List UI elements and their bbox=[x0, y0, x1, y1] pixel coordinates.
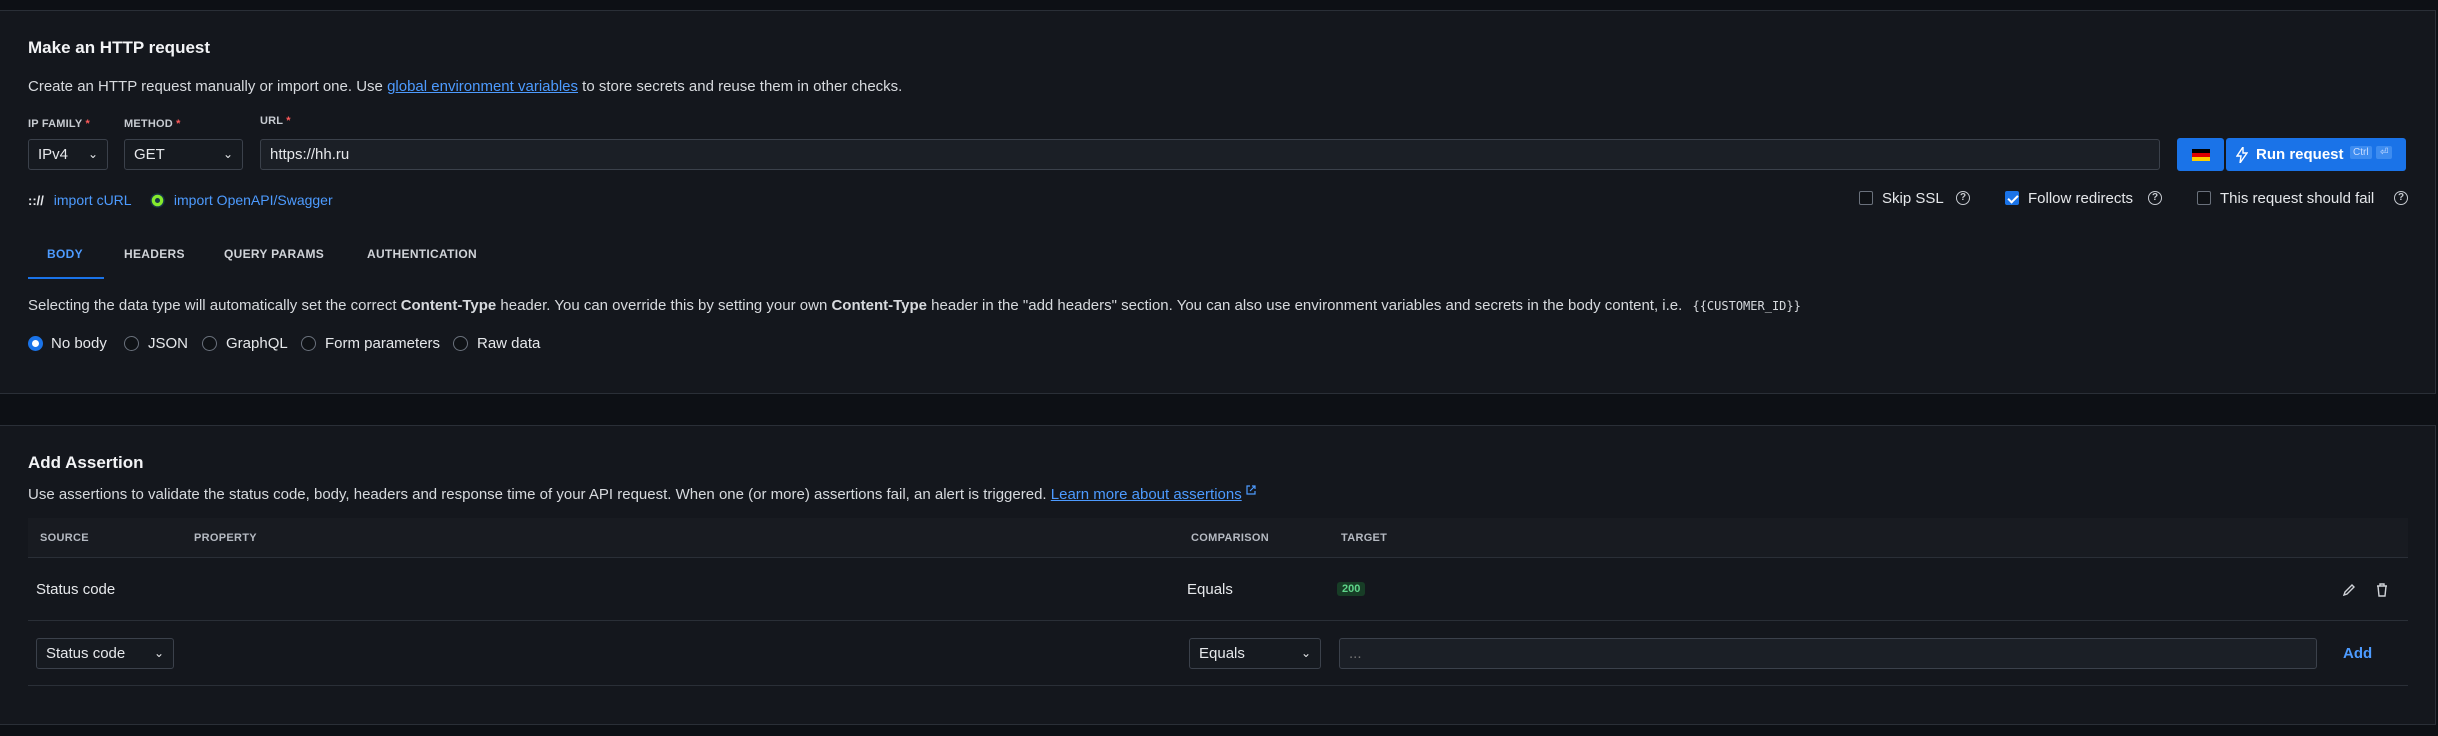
import-openapi-label: import OpenAPI/Swagger bbox=[173, 192, 333, 208]
ip-family-label-text: IP FAMILY bbox=[28, 118, 83, 130]
tab-headers[interactable]: HEADERS bbox=[124, 247, 185, 261]
tab-body[interactable]: BODY bbox=[47, 247, 83, 261]
body-desc-bold: Content-Type bbox=[400, 297, 497, 314]
required-mark: * bbox=[85, 118, 90, 130]
should-fail-label: This request should fail bbox=[2220, 190, 2375, 207]
request-panel: Make an HTTP request Create an HTTP requ… bbox=[0, 10, 2436, 394]
tab-authentication[interactable]: AUTHENTICATION bbox=[367, 247, 477, 261]
required-mark: * bbox=[286, 115, 291, 127]
add-assertion-button[interactable]: Add bbox=[2343, 645, 2372, 662]
column-source: SOURCE bbox=[40, 532, 89, 544]
ip-family-select[interactable]: IPv4 ⌄ bbox=[28, 139, 108, 170]
url-label: URL * bbox=[260, 115, 291, 127]
assertion-desc-text: Use assertions to validate the status co… bbox=[28, 486, 1047, 503]
url-input[interactable]: https://hh.ru bbox=[260, 139, 2160, 170]
radio-raw-data-label: Raw data bbox=[477, 335, 541, 352]
active-tab-indicator bbox=[28, 277, 104, 279]
body-desc-text: header in the "add headers" section. You… bbox=[927, 297, 1683, 314]
url-label-text: URL bbox=[260, 115, 284, 127]
body-desc-text: header. You can override this by setting… bbox=[496, 297, 832, 314]
learn-more-assertions-link[interactable]: Learn more about assertions bbox=[1051, 486, 1242, 503]
lightning-icon bbox=[2236, 147, 2248, 163]
region-button[interactable] bbox=[2177, 138, 2224, 171]
column-property: PROPERTY bbox=[194, 532, 257, 544]
ip-family-value: IPv4 bbox=[38, 146, 69, 163]
method-value: GET bbox=[134, 146, 165, 163]
column-comparison: COMPARISON bbox=[1191, 532, 1269, 544]
request-desc-text: Create an HTTP request manually or impor… bbox=[28, 78, 388, 95]
radio-json[interactable] bbox=[124, 336, 139, 351]
swagger-icon bbox=[150, 193, 165, 208]
body-desc-text: Selecting the data type will automatical… bbox=[28, 297, 401, 314]
radio-no-body[interactable] bbox=[28, 336, 43, 351]
radio-raw-data[interactable] bbox=[453, 336, 468, 351]
help-icon[interactable]: ? bbox=[2394, 191, 2408, 205]
new-comparison-select[interactable]: Equals ⌄ bbox=[1189, 638, 1321, 669]
new-comparison-value: Equals bbox=[1199, 645, 1245, 662]
method-select[interactable]: GET ⌄ bbox=[124, 139, 243, 170]
help-icon[interactable]: ? bbox=[2148, 191, 2162, 205]
divider bbox=[28, 557, 2408, 558]
external-link-icon bbox=[1246, 485, 1256, 495]
import-curl-label: import cURL bbox=[53, 192, 132, 208]
global-env-vars-link[interactable]: global environment variables bbox=[387, 78, 578, 95]
should-fail-checkbox[interactable] bbox=[2197, 191, 2211, 205]
status-badge: 200 bbox=[1337, 582, 1366, 596]
skip-ssl-label: Skip SSL bbox=[1882, 190, 1944, 207]
import-openapi-link[interactable]: import OpenAPI/Swagger bbox=[150, 192, 333, 208]
method-label-text: METHOD bbox=[124, 118, 173, 130]
method-label: METHOD * bbox=[124, 118, 181, 130]
body-desc-bold: Content-Type bbox=[831, 297, 927, 314]
tab-query-params[interactable]: QUERY PARAMS bbox=[224, 247, 324, 261]
assertion-panel: Add Assertion Use assertions to validate… bbox=[0, 425, 2436, 725]
request-description: Create an HTTP request manually or impor… bbox=[28, 78, 902, 95]
chevron-down-icon: ⌄ bbox=[222, 147, 233, 161]
body-description: Selecting the data type will automatical… bbox=[28, 297, 1801, 314]
germany-flag-icon bbox=[2192, 149, 2210, 161]
required-mark: * bbox=[176, 118, 181, 130]
trash-icon[interactable] bbox=[2375, 583, 2389, 597]
shortcut-key-ctrl: Ctrl bbox=[2350, 146, 2372, 159]
import-curl-link[interactable]: ::// import cURL bbox=[28, 192, 132, 208]
row-comparison: Equals bbox=[1187, 581, 1233, 598]
run-request-button[interactable]: Run request Ctrl ⏎ bbox=[2226, 138, 2406, 171]
radio-form-parameters[interactable] bbox=[301, 336, 316, 351]
shortcut-key-enter: ⏎ bbox=[2376, 146, 2393, 159]
divider bbox=[28, 620, 2408, 621]
request-desc-text-end: to store secrets and reuse them in other… bbox=[578, 78, 903, 95]
run-request-label: Run request bbox=[2256, 146, 2344, 163]
assertion-title: Add Assertion bbox=[28, 453, 144, 472]
divider bbox=[28, 685, 2408, 686]
new-source-select[interactable]: Status code ⌄ bbox=[36, 638, 174, 669]
request-title: Make an HTTP request bbox=[28, 38, 211, 57]
radio-no-body-label: No body bbox=[51, 335, 107, 352]
radio-graphql[interactable] bbox=[202, 336, 217, 351]
chevron-down-icon: ⌄ bbox=[1300, 646, 1311, 660]
help-icon[interactable]: ? bbox=[1956, 191, 1970, 205]
chevron-down-icon: ⌄ bbox=[153, 646, 164, 660]
skip-ssl-checkbox[interactable] bbox=[1859, 191, 1873, 205]
follow-redirects-label: Follow redirects bbox=[2028, 190, 2134, 207]
code-snippet: {{CUSTOMER_ID}} bbox=[1692, 299, 1801, 313]
follow-redirects-checkbox[interactable] bbox=[2005, 191, 2019, 205]
radio-json-label: JSON bbox=[148, 335, 189, 352]
chevron-down-icon: ⌄ bbox=[87, 147, 98, 161]
radio-form-parameters-label: Form parameters bbox=[325, 335, 441, 352]
row-source: Status code bbox=[36, 581, 116, 598]
radio-graphql-label: GraphQL bbox=[226, 335, 288, 352]
new-target-input[interactable] bbox=[1339, 638, 2317, 669]
assertion-description: Use assertions to validate the status co… bbox=[28, 485, 1256, 503]
ip-family-label: IP FAMILY * bbox=[28, 118, 90, 130]
new-source-value: Status code bbox=[46, 645, 126, 662]
edit-icon[interactable] bbox=[2342, 583, 2356, 597]
column-target: TARGET bbox=[1341, 532, 1388, 544]
curl-icon: ::// bbox=[28, 193, 44, 208]
